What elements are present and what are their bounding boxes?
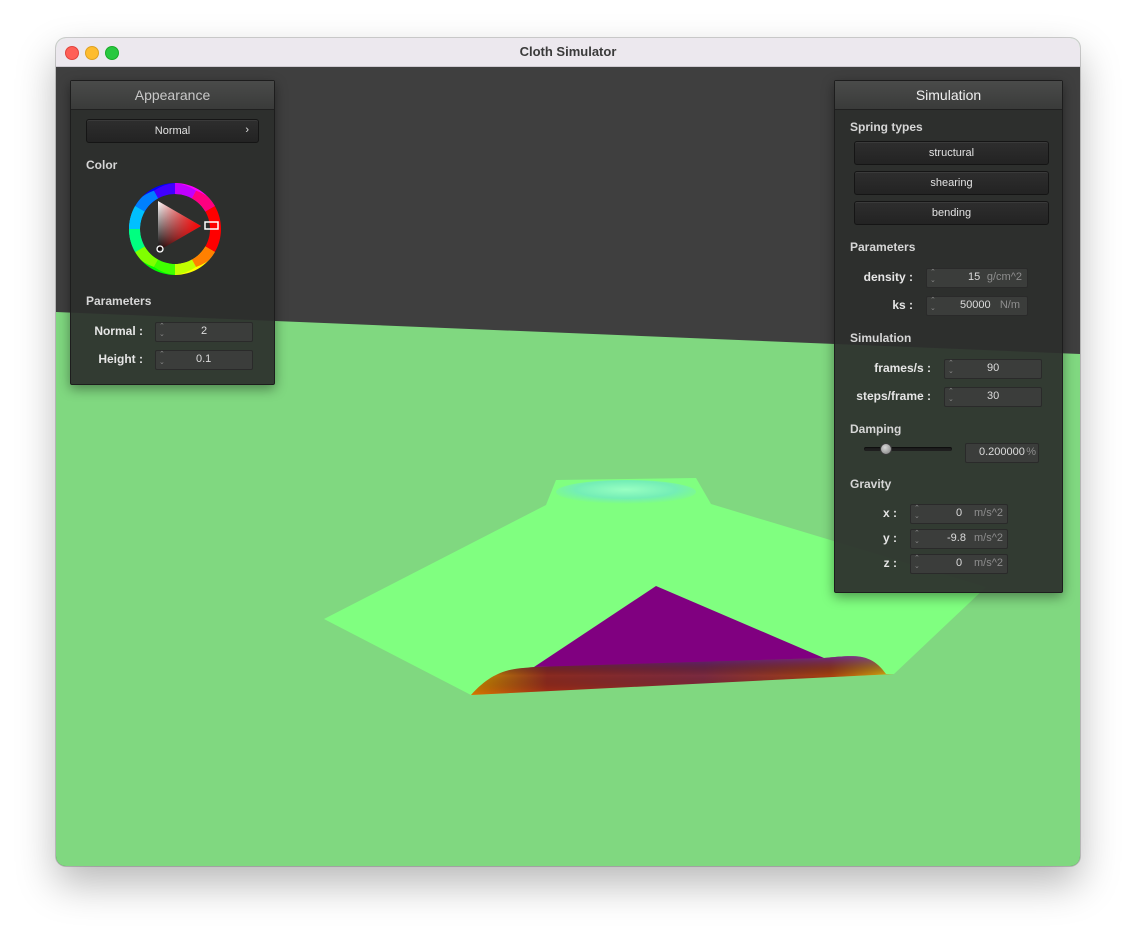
bending-button[interactable]: bending bbox=[854, 201, 1049, 225]
gravity-x-value: 0 bbox=[956, 507, 963, 519]
gravity-z-input[interactable]: ⌃ ⌄ 0 m/s^2 bbox=[910, 554, 1008, 574]
updown-spinner-icon[interactable]: ⌃ ⌄ bbox=[914, 530, 920, 546]
app-window: Cloth Simulator Appearance Normal › Colo… bbox=[56, 38, 1080, 866]
simulation-section-label: Simulation bbox=[850, 331, 912, 345]
spring-types-label: Spring types bbox=[850, 120, 923, 134]
damping-value: 0.200000 bbox=[979, 446, 1025, 458]
gravity-x-unit: m/s^2 bbox=[974, 507, 1003, 519]
appearance-header: Appearance bbox=[71, 81, 274, 110]
steps-input[interactable]: ⌃ ⌄ 30 bbox=[944, 387, 1042, 407]
shader-dropdown[interactable]: Normal › bbox=[86, 119, 259, 143]
appearance-params-label: Parameters bbox=[86, 294, 152, 308]
ks-unit: N/m bbox=[999, 299, 1020, 311]
ks-input[interactable]: ⌃ ⌄ 50000 N/m bbox=[926, 296, 1028, 316]
frames-value: 90 bbox=[987, 362, 1000, 374]
gravity-y-label: y : bbox=[882, 531, 897, 545]
height-input[interactable]: ⌃ ⌄ 0.1 bbox=[155, 350, 253, 370]
shader-dropdown-value: Normal bbox=[154, 125, 191, 137]
density-input[interactable]: ⌃ ⌄ 15 g/cm^2 bbox=[926, 268, 1028, 288]
steps-value: 30 bbox=[987, 390, 1000, 402]
density-unit: g/cm^2 bbox=[986, 271, 1022, 283]
damping-slider[interactable] bbox=[864, 443, 952, 455]
color-label: Color bbox=[86, 158, 118, 172]
ks-label: ks : bbox=[892, 298, 913, 312]
simulation-header: Simulation bbox=[835, 81, 1062, 110]
normal-input[interactable]: ⌃ ⌄ 2 bbox=[155, 322, 253, 342]
ks-value: 50000 bbox=[960, 299, 991, 311]
gravity-y-input[interactable]: ⌃ ⌄ -9.8 m/s^2 bbox=[910, 529, 1008, 549]
color-wheel[interactable] bbox=[127, 181, 223, 277]
damping-input[interactable]: 0.200000 % bbox=[965, 443, 1039, 463]
gravity-x-input[interactable]: ⌃ ⌄ 0 m/s^2 bbox=[910, 504, 1008, 524]
gravity-y-unit: m/s^2 bbox=[974, 532, 1003, 544]
steps-label: steps/frame : bbox=[856, 389, 931, 403]
gravity-z-label: z : bbox=[883, 556, 897, 570]
gravity-z-value: 0 bbox=[956, 557, 963, 569]
height-label: Height : bbox=[98, 352, 143, 366]
updown-spinner-icon[interactable]: ⌃ ⌄ bbox=[948, 360, 954, 376]
frames-input[interactable]: ⌃ ⌄ 90 bbox=[944, 359, 1042, 379]
damping-unit: % bbox=[1026, 446, 1036, 458]
frames-label: frames/s : bbox=[874, 361, 931, 375]
title-bar: Cloth Simulator bbox=[56, 38, 1080, 67]
updown-spinner-icon[interactable]: ⌃ ⌄ bbox=[914, 555, 920, 571]
updown-spinner-icon[interactable]: ⌃ ⌄ bbox=[930, 297, 936, 313]
damping-label: Damping bbox=[850, 422, 902, 436]
normal-value: 2 bbox=[201, 325, 208, 337]
density-label: density : bbox=[863, 270, 913, 284]
shearing-button[interactable]: shearing bbox=[854, 171, 1049, 195]
structural-button[interactable]: structural bbox=[854, 141, 1049, 165]
normal-label: Normal : bbox=[94, 324, 143, 338]
cloth-bump bbox=[556, 480, 696, 504]
damping-slider-track bbox=[864, 447, 952, 451]
gravity-y-value: -9.8 bbox=[947, 532, 966, 544]
gravity-label: Gravity bbox=[850, 477, 892, 491]
updown-spinner-icon[interactable]: ⌃ ⌄ bbox=[914, 505, 920, 521]
chevron-right-icon: › bbox=[245, 124, 249, 136]
parameters-label: Parameters bbox=[850, 240, 916, 254]
updown-spinner-icon[interactable]: ⌃ ⌄ bbox=[159, 323, 165, 339]
window-title: Cloth Simulator bbox=[519, 44, 617, 59]
height-value: 0.1 bbox=[196, 353, 212, 365]
appearance-panel: Appearance Normal › Color Parameters Nor… bbox=[70, 80, 275, 385]
updown-spinner-icon[interactable]: ⌃ ⌄ bbox=[159, 351, 165, 367]
density-value: 15 bbox=[968, 271, 981, 283]
gravity-z-unit: m/s^2 bbox=[974, 557, 1003, 569]
damping-slider-handle[interactable] bbox=[880, 443, 892, 455]
updown-spinner-icon[interactable]: ⌃ ⌄ bbox=[948, 388, 954, 404]
3d-viewport[interactable]: Appearance Normal › Color Parameters Nor… bbox=[56, 67, 1080, 866]
simulation-panel: Simulation Spring types structural shear… bbox=[834, 80, 1063, 593]
gravity-x-label: x : bbox=[882, 506, 897, 520]
updown-spinner-icon[interactable]: ⌃ ⌄ bbox=[930, 269, 936, 285]
